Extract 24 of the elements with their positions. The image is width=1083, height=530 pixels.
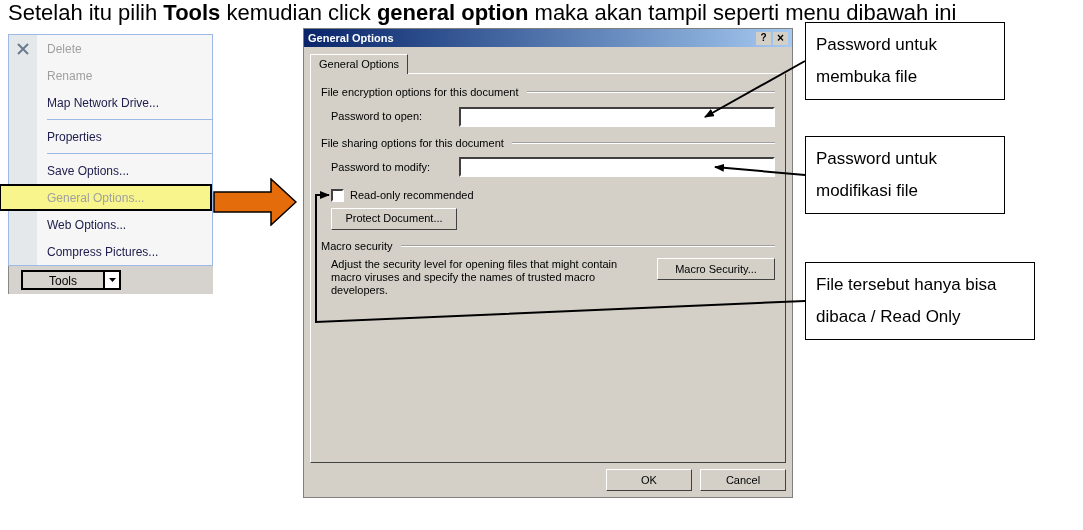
group-label: File encryption options for this document — [321, 85, 519, 100]
checkbox-label: Read-only recommended — [350, 188, 474, 203]
menu-item[interactable]: Properties — [9, 123, 212, 150]
dialog-button[interactable]: Macro Security... — [657, 258, 775, 280]
dialog-button[interactable]: Cancel — [700, 469, 786, 491]
macro-description: Adjust the security level for opening files that might contain macro viruses and specify the names of trusted macro developers. — [331, 258, 619, 297]
field-label: Password to open: — [331, 109, 424, 125]
menu-item[interactable]: Compress Pictures... — [9, 238, 212, 265]
field-label: Password to modify: — [331, 159, 432, 175]
menu-item[interactable]: Save Options... — [9, 157, 212, 184]
window-title: General Options — [308, 30, 395, 46]
tab[interactable]: General Options — [310, 54, 409, 74]
group-label: File sharing options for this document — [321, 135, 504, 151]
close-button[interactable]: × — [773, 31, 788, 45]
help-button[interactable]: ? — [756, 31, 771, 45]
group-label: Macro security — [321, 238, 393, 254]
menu-item[interactable]: Map Network Drive... — [9, 89, 212, 116]
callout-box: Password untuk membuka file — [805, 22, 1005, 100]
dialog-button[interactable]: Protect Document... — [331, 207, 457, 230]
callout-box: File tersebut hanya bisa dibaca / Read Only — [805, 262, 1035, 340]
dialog-button[interactable]: OK — [606, 469, 692, 491]
menu-item[interactable]: Web Options... — [9, 211, 212, 238]
callout-box: Password untuk modifikasi file — [805, 136, 1005, 214]
tools-button[interactable]: Tools — [21, 270, 105, 290]
